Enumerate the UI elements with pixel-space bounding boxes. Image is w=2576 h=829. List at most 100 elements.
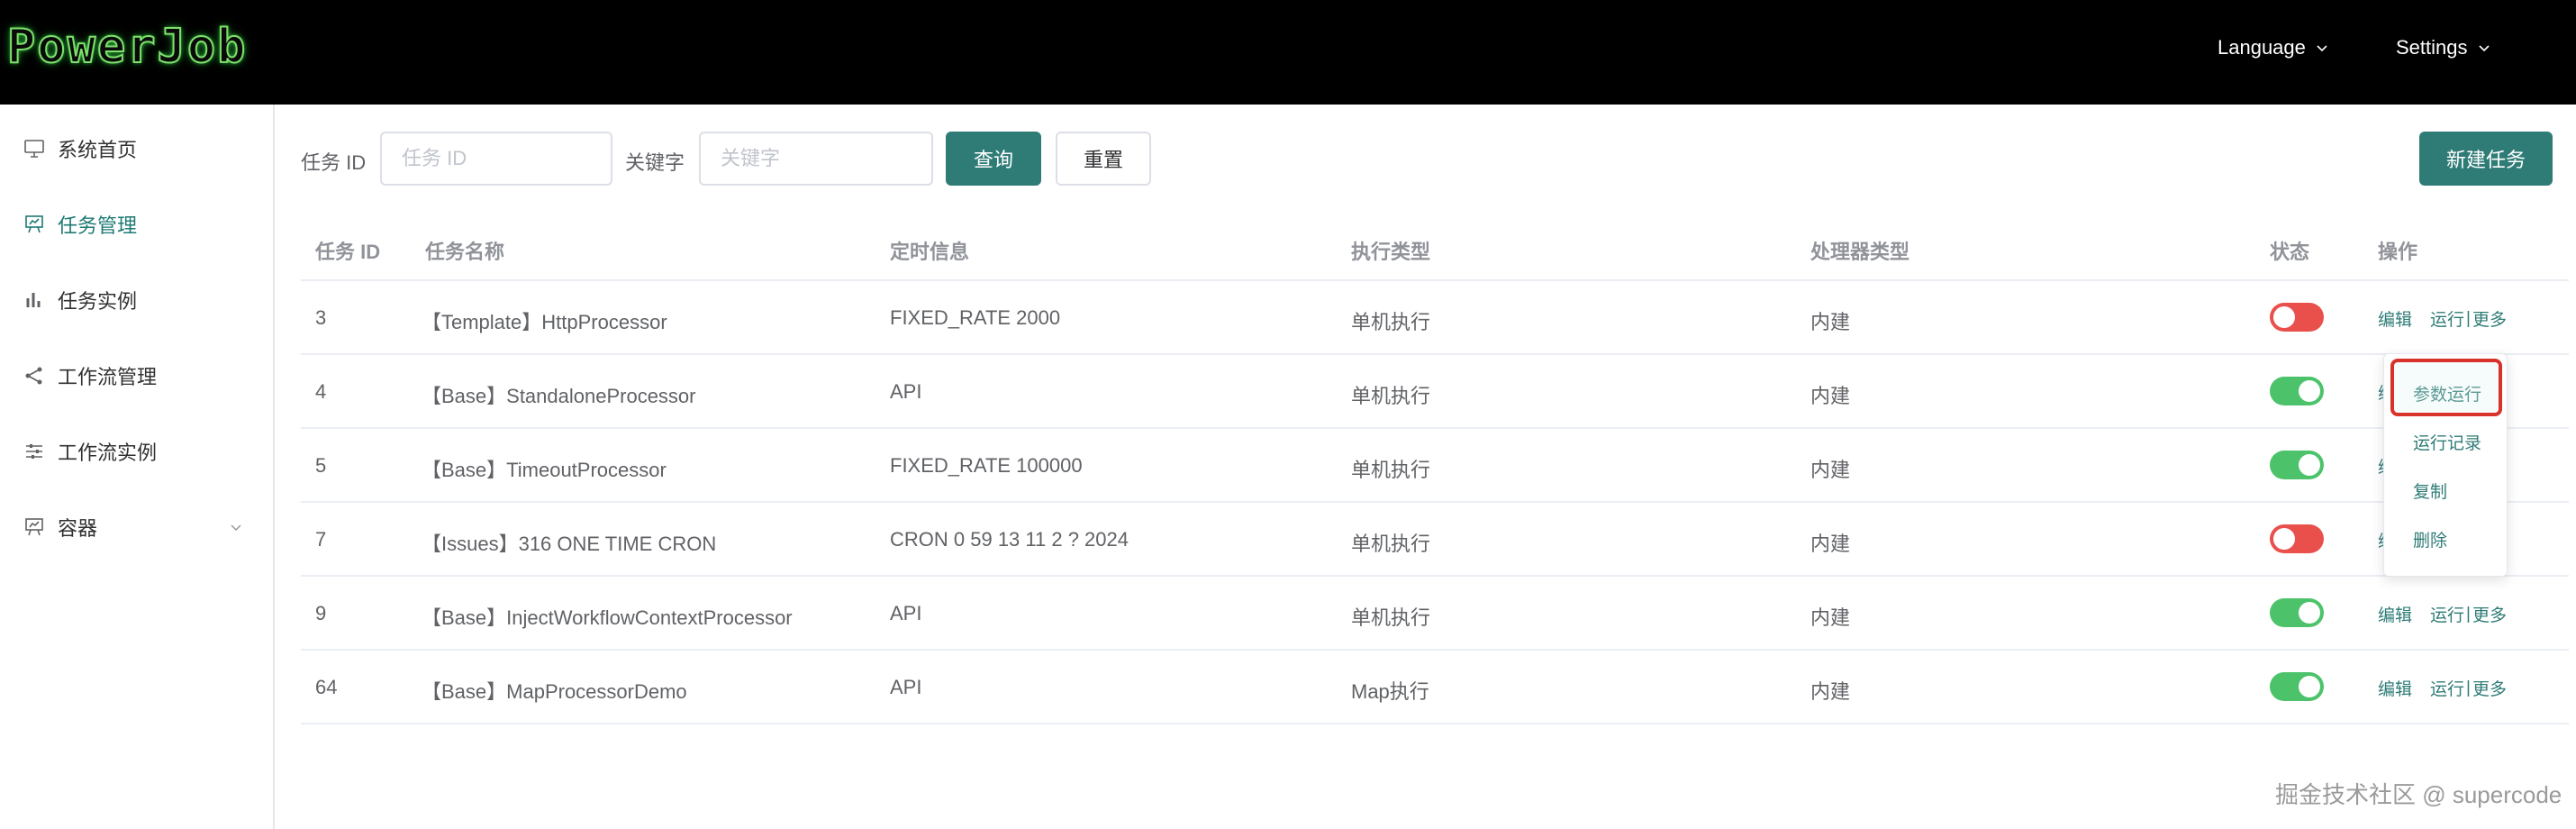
- more-link[interactable]: 更多: [2472, 676, 2507, 700]
- sidebar-item-label: 容器: [58, 517, 98, 540]
- switch-knob: [2299, 676, 2320, 697]
- language-label: Language: [2218, 36, 2306, 59]
- dropdown-item-delete[interactable]: 删除: [2384, 515, 2508, 563]
- sliders-icon: [26, 444, 42, 459]
- separator: |: [2466, 308, 2471, 328]
- chevron-down-icon: [2478, 45, 2490, 52]
- more-link[interactable]: 更多: [2472, 306, 2507, 331]
- schedule-cell: CRON 0 59 13 11 2 ? 2024: [890, 528, 1129, 551]
- exec-type-cell: 单机执行: [1351, 606, 1431, 629]
- task-name-cell: 【Base】InjectWorkflowContextProcessor: [422, 606, 793, 629]
- exec-type-cell: 单机执行: [1351, 533, 1431, 555]
- task-id-cell: 64: [315, 676, 338, 698]
- switch-knob: [2273, 306, 2295, 328]
- schedule-cell: FIXED_RATE 100000: [890, 454, 1083, 477]
- column-header: 操作: [2378, 241, 2418, 263]
- keyword-input[interactable]: [699, 132, 933, 186]
- column-header: 执行类型: [1351, 241, 1431, 263]
- exec-type-cell: 单机执行: [1351, 385, 1431, 407]
- status-switch[interactable]: [2270, 524, 2324, 553]
- switch-knob: [2299, 380, 2320, 402]
- sidebar-item-workflow-instances[interactable]: 工作流实例: [0, 414, 273, 489]
- chevron-down-icon: [2317, 45, 2327, 52]
- run-link[interactable]: 运行: [2430, 602, 2464, 626]
- schedule-cell: API: [890, 602, 922, 624]
- task-name-cell: 【Base】MapProcessorDemo: [422, 680, 687, 703]
- sidebar-item-task-instances[interactable]: 任务实例: [0, 262, 273, 338]
- row-actions: 编辑 运行 | 更多: [2378, 306, 2507, 331]
- edit-link[interactable]: 编辑: [2378, 676, 2412, 700]
- reset-button[interactable]: 重置: [1056, 132, 1151, 186]
- task-id-label: 任务 ID: [301, 151, 367, 174]
- processor-type-cell: 内建: [1810, 680, 1851, 703]
- run-link[interactable]: 运行: [2430, 676, 2464, 700]
- monitor-icon: [24, 140, 44, 158]
- table-row: 4 【Base】StandaloneProcessor API 单机执行 内建 …: [301, 355, 2569, 429]
- status-switch[interactable]: [2270, 672, 2324, 701]
- watermark: 掘金技术社区 @ supercode: [2275, 781, 2562, 808]
- presentation-icon: [25, 215, 43, 233]
- query-button[interactable]: 查询: [946, 132, 1041, 186]
- column-header: 定时信息: [890, 241, 970, 263]
- language-menu[interactable]: Language: [2218, 36, 2329, 59]
- sidebar-item-containers[interactable]: 容器: [0, 489, 273, 565]
- processor-type-cell: 内建: [1810, 533, 1851, 555]
- schedule-cell: API: [890, 676, 922, 698]
- processor-type-cell: 内建: [1810, 459, 1851, 481]
- presentation-icon: [25, 518, 43, 536]
- column-header: 处理器类型: [1810, 241, 1910, 263]
- sidebar: 系统首页 任务管理 任务实例 工作流管理 工作流实例 容器: [0, 105, 275, 829]
- processor-type-cell: 内建: [1810, 385, 1851, 407]
- top-header: PowerJob Language Settings: [0, 0, 2576, 105]
- table-row: 64 【Base】MapProcessorDemo API Map执行 内建 编…: [301, 651, 2569, 724]
- column-header: 任务 ID: [315, 241, 381, 263]
- schedule-cell: API: [890, 380, 922, 403]
- status-switch[interactable]: [2270, 303, 2324, 332]
- edit-link[interactable]: 编辑: [2378, 602, 2412, 626]
- sidebar-item-workflow-management[interactable]: 工作流管理: [0, 338, 273, 414]
- settings-menu[interactable]: Settings: [2396, 36, 2491, 59]
- more-link[interactable]: 更多: [2472, 602, 2507, 626]
- row-actions: 编辑 运行 | 更多: [2378, 602, 2507, 626]
- edit-link[interactable]: 编辑: [2378, 306, 2412, 331]
- task-id-cell: 7: [315, 528, 327, 551]
- sidebar-item-label: 任务实例: [58, 290, 138, 313]
- table-row: 5 【Base】TimeoutProcessor FIXED_RATE 1000…: [301, 429, 2569, 503]
- status-switch[interactable]: [2270, 377, 2324, 405]
- dropdown-item-run-history[interactable]: 运行记录: [2384, 417, 2508, 466]
- status-switch[interactable]: [2270, 451, 2324, 479]
- switch-knob: [2273, 528, 2295, 550]
- run-link[interactable]: 运行: [2430, 306, 2464, 331]
- status-switch[interactable]: [2270, 598, 2324, 627]
- task-name-cell: 【Template】HttpProcessor: [422, 311, 667, 333]
- sidebar-item-dashboard[interactable]: 系统首页: [0, 111, 273, 187]
- separator: |: [2466, 678, 2471, 697]
- task-name-cell: 【Issues】316 ONE TIME CRON: [422, 533, 717, 555]
- switch-knob: [2299, 454, 2320, 476]
- share-icon: [25, 367, 42, 385]
- sidebar-item-label: 工作流实例: [58, 442, 158, 464]
- processor-type-cell: 内建: [1810, 606, 1851, 629]
- sidebar-item-label: 工作流管理: [58, 366, 158, 388]
- new-task-button[interactable]: 新建任务: [2419, 132, 2553, 186]
- table-row: 3 【Template】HttpProcessor FIXED_RATE 200…: [301, 281, 2569, 355]
- separator: |: [2466, 604, 2471, 624]
- table-header: 任务 ID 任务名称 定时信息 执行类型 处理器类型 状态 操作: [301, 220, 2569, 281]
- chevron-down-icon[interactable]: [229, 520, 243, 534]
- column-header: 状态: [2270, 241, 2310, 263]
- task-name-cell: 【Base】StandaloneProcessor: [422, 385, 696, 407]
- schedule-cell: FIXED_RATE 2000: [890, 306, 1061, 329]
- table-row: 7 【Issues】316 ONE TIME CRON CRON 0 59 13…: [301, 503, 2569, 577]
- powerjob-logo[interactable]: PowerJob: [6, 19, 247, 75]
- exec-type-cell: Map执行: [1351, 680, 1429, 703]
- keyword-label: 关键字: [625, 151, 685, 174]
- sidebar-item-label: 系统首页: [58, 139, 138, 161]
- exec-type-cell: 单机执行: [1351, 459, 1431, 481]
- bar-chart-icon: [26, 293, 41, 307]
- sidebar-item-task-management[interactable]: 任务管理: [0, 187, 273, 262]
- dropdown-item-copy[interactable]: 复制: [2384, 466, 2508, 515]
- task-id-input[interactable]: [380, 132, 612, 186]
- task-id-cell: 4: [315, 380, 327, 403]
- row-actions: 编辑 运行 | 更多: [2378, 676, 2507, 700]
- highlight-box: [2390, 359, 2502, 416]
